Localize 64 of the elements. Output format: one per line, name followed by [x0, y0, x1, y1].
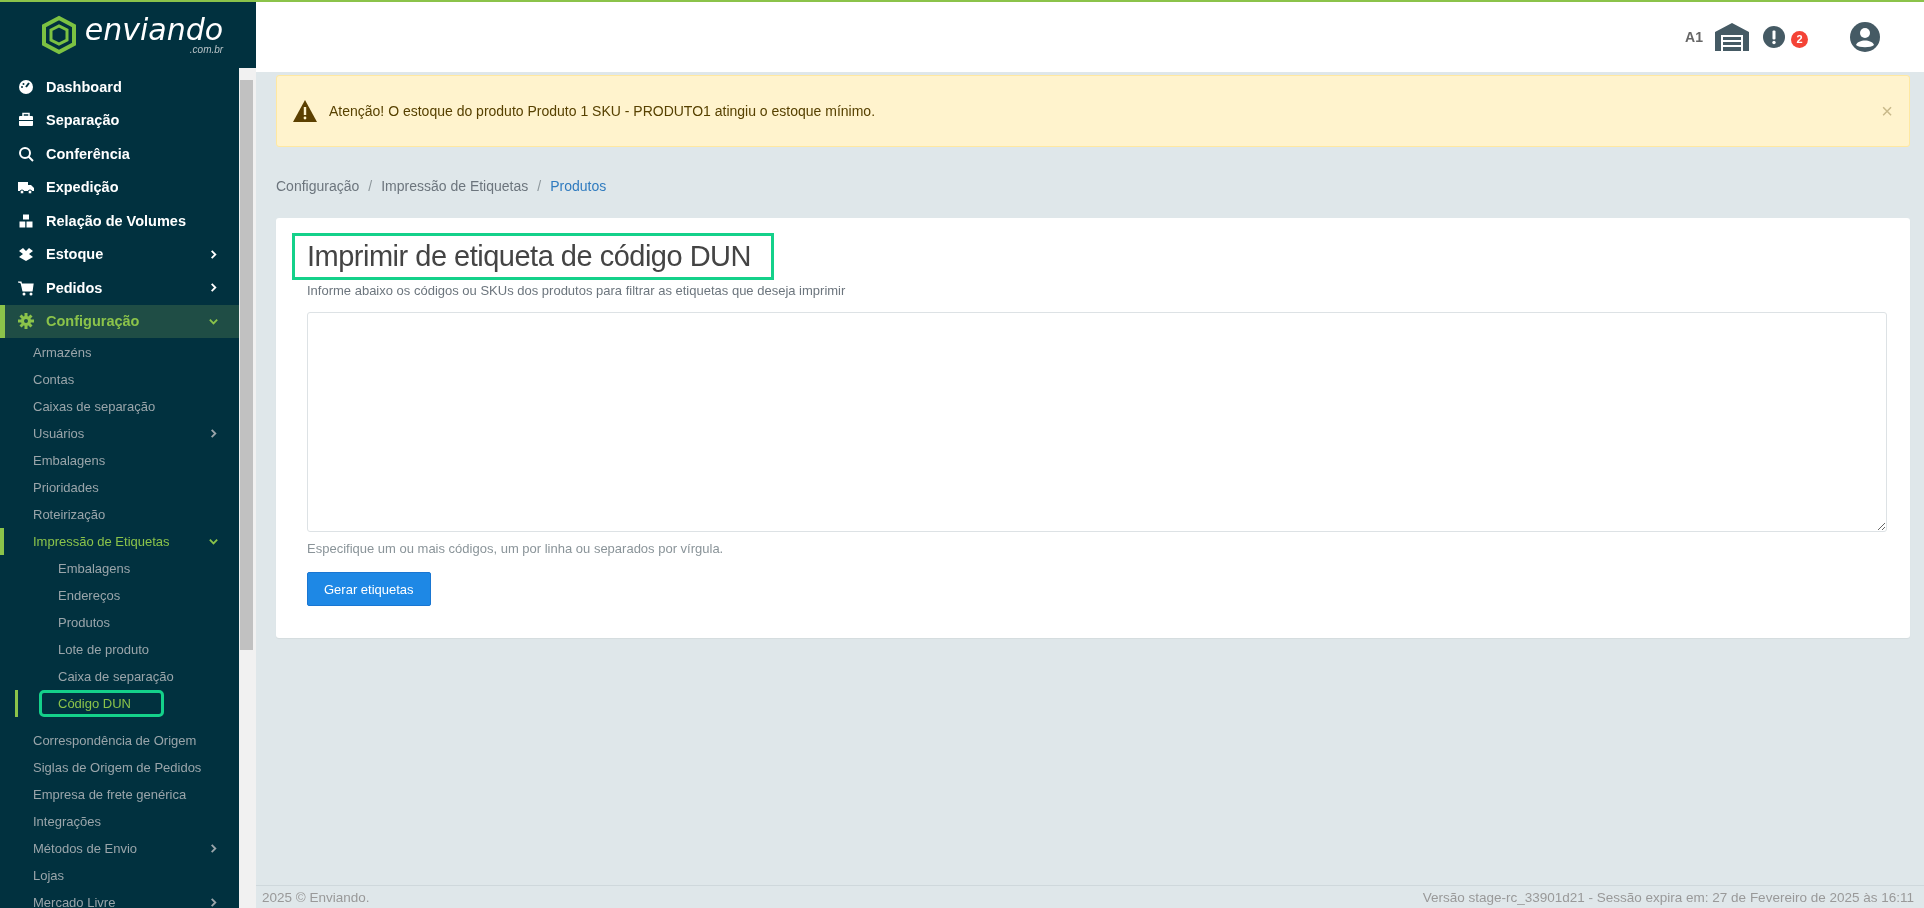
boxes-icon: [18, 212, 34, 229]
chevron-right-icon: [208, 897, 219, 908]
menu-item[interactable]: Relação de Volumes: [0, 204, 239, 238]
menu-item[interactable]: Separação: [0, 103, 239, 137]
page-title: Imprimir de etiqueta de código DUN: [295, 236, 771, 277]
menu-item[interactable]: Dashboard: [0, 70, 239, 104]
menu-item[interactable]: Roteirização: [0, 501, 239, 528]
breadcrumb-link[interactable]: Produtos: [550, 178, 607, 194]
version-text: Versão stage-rc_33901d21 - Sessão expira em: 27 de Fevereiro de 2025 às 16:11: [1422, 889, 1914, 905]
menu-item[interactable]: Caixa de separação: [0, 663, 239, 690]
menu-item[interactable]: Estoque: [0, 237, 239, 271]
menu-item[interactable]: Correspondência de Origem: [0, 727, 239, 754]
truck-icon: [18, 179, 34, 196]
menu-item[interactable]: Lote de produto: [0, 636, 239, 663]
count-badge: 2: [1791, 30, 1808, 48]
menu-item[interactable]: Produtos: [0, 609, 239, 636]
scrollbar[interactable]: [239, 68, 256, 908]
cart-icon: [18, 279, 34, 296]
menu-item[interactable]: Lojas: [0, 862, 239, 889]
menu-item[interactable]: Endereços: [0, 582, 239, 609]
menu-item[interactable]: Siglas de Origem de Pedidos: [0, 754, 239, 781]
warehouse-code: A1: [1685, 29, 1703, 45]
menu-item[interactable]: Código DUN: [15, 690, 239, 717]
menu-item[interactable]: Usuários: [0, 420, 239, 447]
copyright-text: 2025 © Enviando.: [262, 889, 370, 905]
menu-item[interactable]: Métodos de Envio: [0, 835, 239, 862]
menu-item[interactable]: Embalagens: [0, 447, 239, 474]
menu-item[interactable]: Prioridades: [0, 474, 239, 501]
breadcrumb-link[interactable]: Configuração: [276, 178, 360, 194]
menu-item[interactable]: Configuração: [0, 304, 239, 338]
user-avatar-icon: [1850, 22, 1880, 52]
menu-item[interactable]: Pedidos: [0, 271, 239, 305]
notifications-button[interactable]: 2: [1763, 26, 1808, 48]
breadcrumb-separator: /: [368, 178, 373, 194]
garage-icon: [1715, 23, 1749, 51]
chevron-right-icon: [208, 282, 219, 294]
menu-item[interactable]: Conferência: [0, 137, 239, 171]
help-text: Especifique um ou mais códigos, um por linha ou separados por vírgula.: [307, 541, 724, 556]
logo-wordmark: enviando: [84, 15, 224, 45]
description-text: Informe abaixo os códigos ou SKUs dos produtos para filtrar as etiquetas que deseja imprimir: [307, 283, 846, 298]
menu-item[interactable]: Caixas de separação: [0, 393, 239, 420]
menu-item[interactable]: Integrações: [0, 808, 239, 835]
menu-item[interactable]: Armazéns: [0, 339, 239, 366]
chevron-right-icon: [208, 248, 219, 260]
chevron-right-icon: [208, 843, 219, 854]
codes-textarea[interactable]: [307, 312, 1887, 532]
search-icon: [18, 145, 34, 162]
menu-item[interactable]: Embalagens: [0, 555, 239, 582]
gear-icon: [18, 313, 34, 330]
warning-icon: [293, 100, 317, 122]
generate-button[interactable]: Gerar etiquetas: [307, 572, 431, 606]
gauge-icon: [18, 78, 34, 95]
menu-item[interactable]: Expedição: [0, 170, 239, 204]
logo-domain: .com.br: [189, 45, 224, 55]
menu-item[interactable]: Empresa de frete genérica: [0, 781, 239, 808]
menu-item[interactable]: Mercado Livre: [0, 889, 239, 908]
exclamation-icon: [1763, 26, 1785, 48]
chevron-right-icon: [208, 428, 219, 439]
chevron-down-icon: [208, 536, 219, 547]
breadcrumb-link[interactable]: Impressão de Etiquetas: [381, 178, 529, 194]
alert-message: Atenção! O estoque do produto Produto 1 SKU - PRODUTO1 atingiu o estoque mínimo.: [329, 103, 877, 119]
menu-item[interactable]: Contas: [0, 366, 239, 393]
briefcase-icon: [18, 112, 34, 129]
breadcrumb-separator: /: [537, 178, 542, 194]
